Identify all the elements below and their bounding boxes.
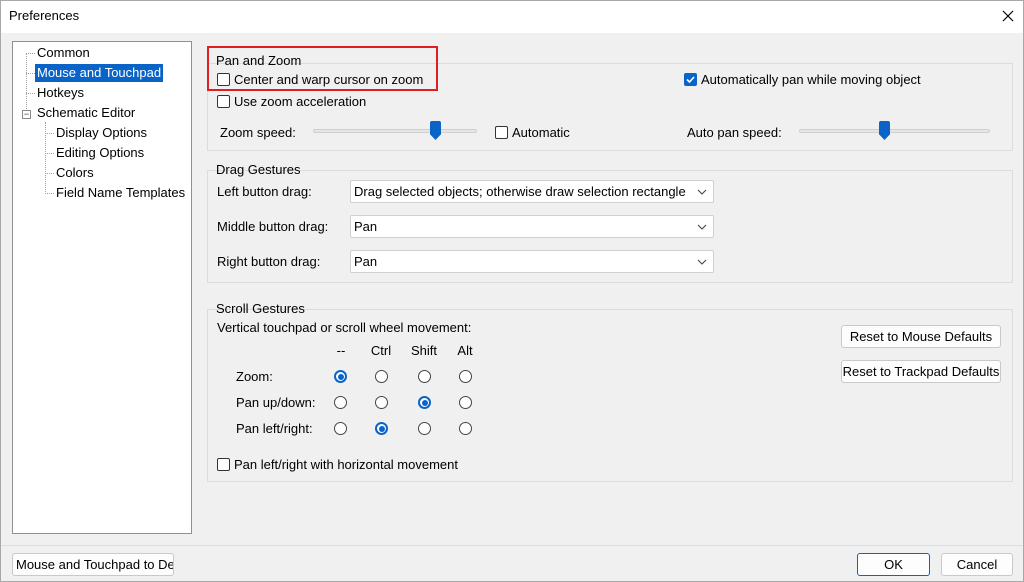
right-drag-label: Right button drag: xyxy=(217,254,321,269)
zoom-speed-slider-track[interactable] xyxy=(313,129,477,133)
automatic-checkbox[interactable]: Automatic xyxy=(495,125,570,140)
tree-item-schematic-editor[interactable]: Schematic Editor xyxy=(35,104,137,122)
preferences-tree[interactable]: − Common Mouse and Touchpad Hotkeys Sche… xyxy=(12,41,192,534)
tree-connector xyxy=(26,73,35,74)
auto-pan-speed-slider-track[interactable] xyxy=(799,129,990,133)
right-drag-select[interactable]: Pan xyxy=(350,250,714,273)
drag-gestures-title: Drag Gestures xyxy=(216,162,301,177)
left-drag-value: Drag selected objects; otherwise draw se… xyxy=(354,184,686,199)
tree-item-editing-options[interactable]: Editing Options xyxy=(54,144,146,162)
footer-separator xyxy=(0,545,1024,546)
reset-trackpad-defaults-button[interactable]: Reset to Trackpad Defaults xyxy=(841,360,1001,383)
scroll-radio-pan-left-right-ctrl[interactable] xyxy=(375,422,388,435)
tree-connector xyxy=(45,173,54,174)
checkbox-box-checked xyxy=(684,73,697,86)
chevron-down-icon xyxy=(697,189,707,195)
close-button[interactable] xyxy=(992,0,1024,32)
tree-item-field-name-templates[interactable]: Field Name Templates xyxy=(54,184,187,202)
scroll-subtitle: Vertical touchpad or scroll wheel moveme… xyxy=(217,320,472,335)
checkbox-box xyxy=(217,458,230,471)
scroll-radio-pan-up-down-ctrl[interactable] xyxy=(375,396,388,409)
scroll-radio-pan-left-right-shift[interactable] xyxy=(418,422,431,435)
reset-page-defaults-label: Mouse and Touchpad to Defaults xyxy=(16,557,174,572)
tree-connector xyxy=(45,133,54,134)
tree-connector xyxy=(26,53,27,113)
scroll-radio-pan-up-down-nonenone[interactable] xyxy=(334,396,347,409)
auto-pan-checkbox[interactable]: Automatically pan while moving object xyxy=(684,72,921,87)
tree-connector xyxy=(45,153,54,154)
checkbox-box xyxy=(217,73,230,86)
left-drag-label: Left button drag: xyxy=(217,184,312,199)
chevron-down-icon xyxy=(697,224,707,230)
pan-zoom-title: Pan and Zoom xyxy=(216,53,302,68)
scroll-radio-zoom-ctrl[interactable] xyxy=(375,370,388,383)
scroll-radio-zoom-alt[interactable] xyxy=(459,370,472,383)
scroll-radio-zoom-nonenone[interactable] xyxy=(334,370,347,383)
middle-drag-label: Middle button drag: xyxy=(217,219,329,234)
tree-connector xyxy=(45,193,54,194)
window-title: Preferences xyxy=(9,8,80,23)
close-icon xyxy=(1002,10,1014,22)
tree-item-hotkeys[interactable]: Hotkeys xyxy=(35,84,86,102)
reset-page-defaults-button[interactable]: Mouse and Touchpad to Defaults xyxy=(12,553,174,576)
title-bar xyxy=(0,0,1024,33)
row-label-pan-up-down: Pan up/down: xyxy=(236,395,316,410)
zoom-accel-checkbox[interactable]: Use zoom acceleration xyxy=(217,94,366,109)
checkbox-box xyxy=(495,126,508,139)
tree-item-colors[interactable]: Colors xyxy=(54,164,96,182)
center-warp-label: Center and warp cursor on zoom xyxy=(234,72,424,87)
middle-drag-select[interactable]: Pan xyxy=(350,215,714,238)
right-drag-value: Pan xyxy=(354,254,378,269)
auto-pan-speed-label: Auto pan speed: xyxy=(687,125,782,140)
tree-item-common[interactable]: Common xyxy=(35,44,92,62)
row-label-zoom: Zoom: xyxy=(236,369,273,384)
tree-item-display-options[interactable]: Display Options xyxy=(54,124,149,142)
auto-pan-label: Automatically pan while moving object xyxy=(701,72,921,87)
middle-drag-value: Pan xyxy=(354,219,378,234)
row-label-pan-left-right: Pan left/right: xyxy=(236,421,313,436)
collapse-icon[interactable]: − xyxy=(22,110,31,119)
scroll-radio-pan-up-down-alt[interactable] xyxy=(459,396,472,409)
scroll-radio-zoom-shift[interactable] xyxy=(418,370,431,383)
horizontal-movement-checkbox[interactable]: Pan left/right with horizontal movement xyxy=(217,457,458,472)
column-header-alt: Alt xyxy=(457,343,473,358)
scroll-radio-pan-left-right-nonenone[interactable] xyxy=(334,422,347,435)
zoom-accel-label: Use zoom acceleration xyxy=(234,94,367,109)
tree-connector xyxy=(26,93,35,94)
reset-mouse-defaults-button[interactable]: Reset to Mouse Defaults xyxy=(841,325,1001,348)
automatic-label: Automatic xyxy=(512,125,570,140)
left-drag-select[interactable]: Drag selected objects; otherwise draw se… xyxy=(350,180,714,203)
tree-item-mouse-touchpad[interactable]: Mouse and Touchpad xyxy=(35,64,164,82)
horizontal-movement-label: Pan left/right with horizontal movement xyxy=(234,457,458,472)
center-warp-checkbox[interactable]: Center and warp cursor on zoom xyxy=(217,72,423,87)
scroll-gestures-title: Scroll Gestures xyxy=(216,301,305,316)
zoom-speed-label: Zoom speed: xyxy=(220,125,296,140)
check-icon xyxy=(686,76,695,84)
scroll-radio-pan-left-right-alt[interactable] xyxy=(459,422,472,435)
checkbox-box xyxy=(217,95,230,108)
scroll-radio-pan-up-down-shift[interactable] xyxy=(418,396,431,409)
ok-button[interactable]: OK xyxy=(857,553,930,576)
column-header-ctrl: Ctrl xyxy=(370,343,392,358)
column-header-shift: Shift xyxy=(410,343,437,358)
cancel-button[interactable]: Cancel xyxy=(941,553,1013,576)
column-header-none: -- xyxy=(336,343,346,358)
chevron-down-icon xyxy=(697,259,707,265)
tree-connector xyxy=(26,53,35,54)
